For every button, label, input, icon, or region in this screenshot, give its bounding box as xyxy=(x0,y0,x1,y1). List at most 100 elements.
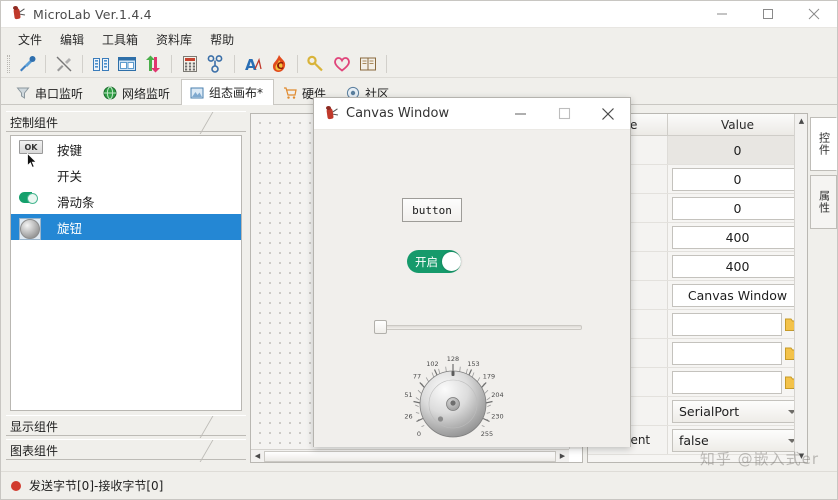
knob-tick-label: 51 xyxy=(404,391,412,399)
canvas-toggle-widget[interactable]: 开启 xyxy=(407,250,461,273)
knob-tick-label: 204 xyxy=(491,391,503,399)
property-value-cell: SerialPort xyxy=(668,397,807,425)
vtab-controls[interactable]: 控件 xyxy=(810,117,837,171)
ok-button-icon: OK xyxy=(19,140,45,158)
menu-item-toolbox[interactable]: 工具箱 xyxy=(93,29,147,50)
menu-item-library[interactable]: 资料库 xyxy=(147,29,201,50)
menu-item-edit[interactable]: 编辑 xyxy=(51,29,93,50)
list-item-switch-component[interactable]: 开关 xyxy=(11,162,241,188)
property-value-cell: 400 xyxy=(668,223,807,251)
maximize-icon[interactable] xyxy=(745,1,791,28)
list-item-knob-component[interactable]: 旋钮 xyxy=(11,214,241,240)
canvas-button-widget[interactable]: button xyxy=(402,198,462,222)
property-value-input[interactable]: 0 xyxy=(672,167,803,191)
group-header-display-components[interactable]: 显示组件 xyxy=(6,415,246,438)
menu-bar: 文件 编辑 工具箱 资料库 帮助 xyxy=(1,28,837,50)
calculator-icon[interactable] xyxy=(177,52,203,76)
node-graph-icon[interactable] xyxy=(203,52,229,76)
property-value-input[interactable] xyxy=(672,312,782,336)
property-value-select[interactable]: SerialPort xyxy=(672,399,803,423)
status-bar: 发送字节[0]-接收字节[0] xyxy=(1,471,837,499)
group-header-chart-components[interactable]: 图表组件 xyxy=(6,439,246,462)
list-item-slider-component[interactable]: 滑动条 xyxy=(11,188,241,214)
disconnect-icon[interactable] xyxy=(51,52,77,76)
dialog-title-bar[interactable]: Canvas Window xyxy=(314,98,630,130)
property-value-cell xyxy=(668,339,807,367)
group-label: 显示组件 xyxy=(10,420,59,434)
properties-vertical-scrollbar[interactable]: ▲ ▼ xyxy=(794,114,807,462)
microlab-bug-icon xyxy=(10,6,26,22)
columns-icon[interactable] xyxy=(88,52,114,76)
group-header-control-components[interactable]: 控制组件 xyxy=(6,111,246,134)
cart-icon xyxy=(284,87,297,99)
key-icon[interactable] xyxy=(303,52,329,76)
window-layout-icon[interactable] xyxy=(114,52,140,76)
group-header-slash xyxy=(199,440,243,462)
menu-item-help[interactable]: 帮助 xyxy=(201,29,243,50)
group-header-slash xyxy=(199,416,243,438)
slider-thumb[interactable] xyxy=(374,320,387,334)
toolbar-grip[interactable] xyxy=(7,54,10,73)
property-value-input[interactable]: 400 xyxy=(672,225,803,249)
property-value-cell xyxy=(668,368,807,396)
list-item-button-component[interactable]: OK 按键 xyxy=(11,136,241,162)
funnel-icon xyxy=(16,87,30,99)
property-value-input[interactable] xyxy=(672,370,782,394)
knob-tick-label: 102 xyxy=(426,360,438,368)
knob-tick-label: 128 xyxy=(447,355,459,363)
scroll-right-arrow-icon[interactable]: ▶ xyxy=(556,450,569,463)
vtab-attributes[interactable]: 属性 xyxy=(810,175,837,229)
compile-flame-icon[interactable]: C xyxy=(266,52,292,76)
toolbar-separator xyxy=(234,54,235,73)
list-item-label: 滑动条 xyxy=(57,194,95,210)
property-value-input[interactable]: 400 xyxy=(672,254,803,278)
component-palette-panel: 控制组件 OK 按键 开关 滑动条 旋钮 显示组件 图表组件 xyxy=(6,111,246,463)
canvas-window-dialog[interactable]: Canvas Window button 开启 128 153 179 204 … xyxy=(313,97,631,447)
close-icon[interactable] xyxy=(791,1,837,28)
property-value-cell: 0 xyxy=(668,194,807,222)
tab-canvas-designer[interactable]: 组态画布* xyxy=(181,79,275,105)
property-value-input[interactable]: Canvas Window xyxy=(672,283,803,307)
toolbar-separator xyxy=(171,54,172,73)
property-value: 0 xyxy=(668,136,807,164)
knob-tick-label: 0 xyxy=(417,430,421,438)
file-picker-field xyxy=(672,312,803,336)
book-icon[interactable] xyxy=(355,52,381,76)
title-bar: MicroLab Ver.1.4.4 xyxy=(1,1,837,28)
scroll-up-arrow-icon[interactable]: ▲ xyxy=(795,114,808,127)
menu-item-file[interactable]: 文件 xyxy=(9,29,51,50)
canvas-horizontal-scrollbar[interactable]: ◀ ▶ xyxy=(251,449,569,462)
canvas-knob-widget[interactable]: 128 153 179 204 230 255 102 77 51 26 0 xyxy=(398,352,508,448)
property-value-cell xyxy=(668,310,807,338)
property-value-input[interactable]: 0 xyxy=(672,196,803,220)
tab-serial-monitor[interactable]: 串口监听 xyxy=(7,80,94,105)
canvas-slider-widget[interactable] xyxy=(370,318,582,336)
toolbar-separator xyxy=(386,54,387,73)
tab-label: 网络监听 xyxy=(122,86,171,101)
slider-track[interactable] xyxy=(380,325,582,330)
minimize-icon[interactable] xyxy=(498,98,542,130)
font-icon[interactable]: A xyxy=(240,52,266,76)
heart-icon[interactable] xyxy=(329,52,355,76)
scroll-down-arrow-icon[interactable]: ▼ xyxy=(795,449,808,462)
property-value-input[interactable] xyxy=(672,341,782,365)
close-icon[interactable] xyxy=(586,98,630,130)
maximize-icon[interactable] xyxy=(542,98,586,130)
group-label: 图表组件 xyxy=(10,444,59,458)
minimize-icon[interactable] xyxy=(699,1,745,28)
property-value-select[interactable]: false xyxy=(672,428,803,452)
toggle-switch-icon xyxy=(19,166,45,184)
svg-text:A: A xyxy=(245,56,257,74)
scrollbar-thumb[interactable] xyxy=(264,450,556,462)
scroll-left-arrow-icon[interactable]: ◀ xyxy=(251,450,264,463)
group-header-slash xyxy=(199,112,243,134)
status-indicator-icon xyxy=(11,480,21,491)
tab-network-monitor[interactable]: 网络监听 xyxy=(94,80,181,105)
connect-icon[interactable] xyxy=(14,52,40,76)
canvas-icon xyxy=(190,87,204,98)
transfer-arrows-icon[interactable] xyxy=(140,52,166,76)
knob-dial[interactable]: 128 153 179 204 230 255 102 77 51 26 0 xyxy=(398,352,508,448)
property-value-cell: Canvas Window xyxy=(668,281,807,309)
knob-tick-label: 153 xyxy=(467,360,479,368)
select-value: SerialPort xyxy=(679,403,740,419)
